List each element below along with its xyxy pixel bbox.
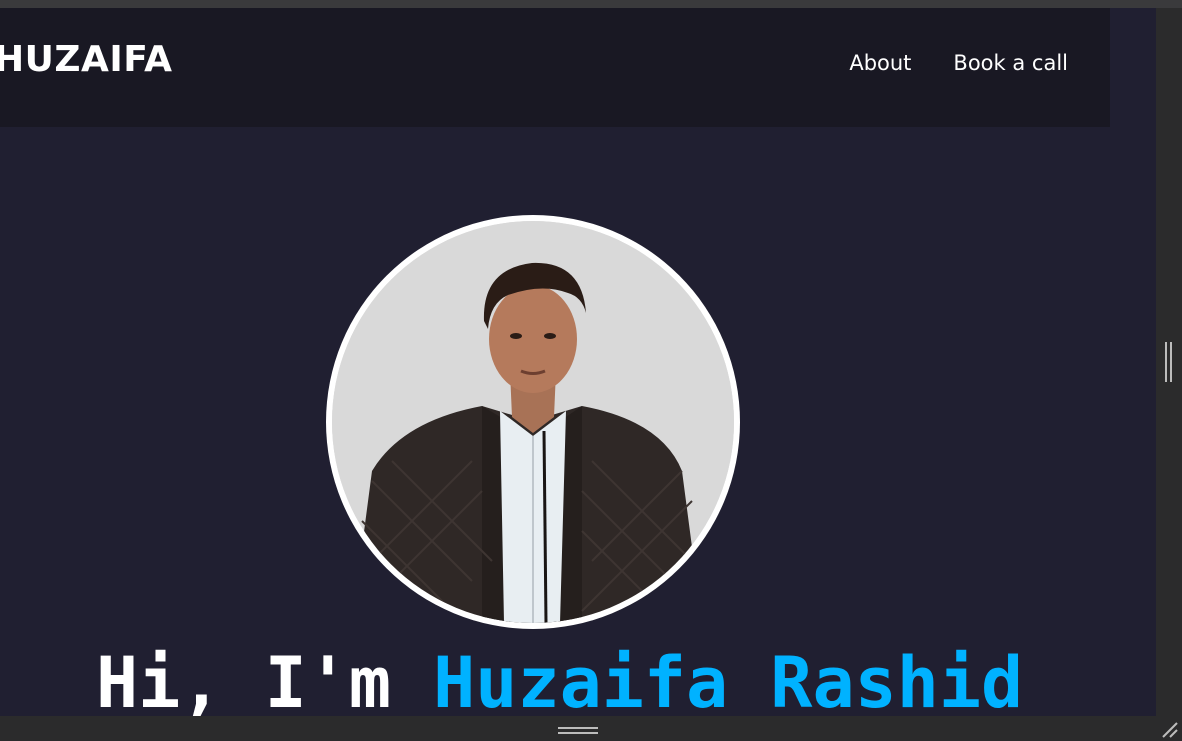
navbar: HUZAIFA About Book a call [0, 8, 1110, 127]
nav-link-book-a-call[interactable]: Book a call [953, 51, 1068, 75]
nav-links: About Book a call [849, 51, 1068, 75]
vertical-splitter-grip-icon[interactable] [1165, 342, 1173, 382]
brand-logo-text[interactable]: HUZAIFA [0, 39, 173, 80]
hero-name: Huzaifa Rashid [433, 642, 1024, 716]
page-viewport: HUZAIFA About Book a call Hi, I'm Huzaif… [0, 8, 1156, 716]
window-top-edge [0, 0, 1182, 8]
vertical-splitter[interactable] [1156, 8, 1182, 716]
nav-link-about[interactable]: About [849, 51, 911, 75]
horizontal-splitter[interactable] [0, 716, 1182, 741]
profile-photo-ring [326, 215, 740, 629]
resize-handle-icon[interactable] [1160, 720, 1178, 738]
hero-title: Hi, I'm Huzaifa Rashid [96, 648, 1023, 716]
hero-greeting: Hi, I'm [96, 642, 434, 716]
horizontal-splitter-grip-icon[interactable] [558, 727, 598, 735]
profile-photo [332, 221, 734, 623]
person-portrait-image [332, 221, 734, 623]
